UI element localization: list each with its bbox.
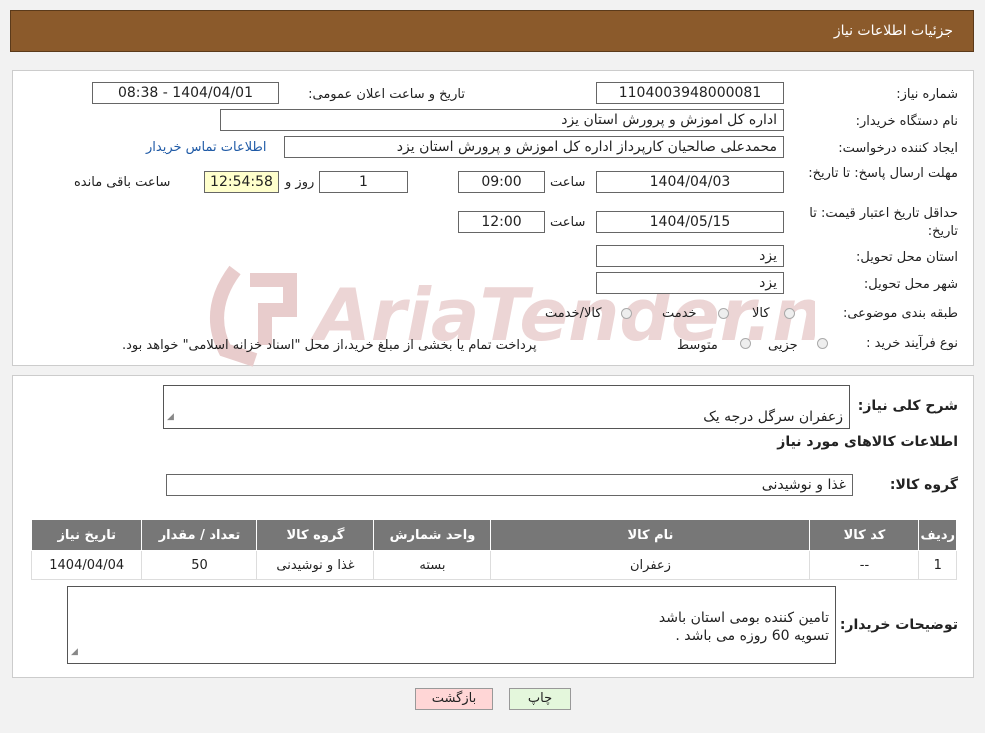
table-row: 1 -- زعفران بسته غذا و نوشیدنی 50 1404/0… xyxy=(30,550,957,580)
category-both-radio[interactable] xyxy=(621,308,632,319)
cell-name: زعفران xyxy=(490,550,811,580)
goods-group-label: گروه کالا: xyxy=(889,477,958,493)
announce-date-label: تاریخ و ساعت اعلان عمومی: xyxy=(308,87,465,102)
col-group: گروه کالا xyxy=(256,519,375,551)
requester-field: محمدعلی صالحیان کارپرداز اداره کل اموزش … xyxy=(284,136,784,158)
category-goods-radio[interactable] xyxy=(784,308,795,319)
cell-qty: 50 xyxy=(141,550,258,580)
goods-group-field: غذا و نوشیدنی xyxy=(166,474,853,496)
price-valid-time-field: 12:00 xyxy=(458,211,545,233)
remaining-label: ساعت باقی مانده xyxy=(74,175,171,190)
print-button[interactable]: چاپ xyxy=(509,688,571,710)
province-field: یزد xyxy=(596,245,784,267)
remaining-time-field: 12:54:58 xyxy=(204,171,279,193)
cell-group: غذا و نوشیدنی xyxy=(256,550,375,580)
cell-row: 1 xyxy=(918,550,957,580)
need-number-label: شماره نیاز: xyxy=(896,87,958,102)
category-goods-label: کالا xyxy=(752,306,770,321)
cell-code: -- xyxy=(809,550,920,580)
buyer-contact-link[interactable]: اطلاعات تماس خریدار xyxy=(146,140,266,155)
requester-label: ایجاد کننده درخواست: xyxy=(838,141,958,156)
category-label: طبقه بندی موضوعی: xyxy=(842,306,958,321)
back-button[interactable]: بازگشت xyxy=(415,688,493,710)
resize-grip-icon[interactable]: ◢ xyxy=(167,408,174,426)
cell-unit: بسته xyxy=(373,550,492,580)
city-label: شهر محل تحویل: xyxy=(863,277,958,292)
buyer-notes-field: تامین کننده بومی استان باشد تسویه 60 روز… xyxy=(67,586,836,664)
price-valid-date-field: 1404/05/15 xyxy=(596,211,784,233)
city-field: یزد xyxy=(596,272,784,294)
col-row: ردیف xyxy=(918,519,957,551)
process-small-radio[interactable] xyxy=(817,338,828,349)
process-medium-radio[interactable] xyxy=(740,338,751,349)
summary-label: شرح کلی نیاز: xyxy=(857,398,958,414)
col-unit: واحد شمارش xyxy=(373,519,492,551)
process-label: نوع فرآیند خرید : xyxy=(866,336,958,351)
price-valid-label: حداقل تاریخ اعتبار قیمت: تا تاریخ: xyxy=(809,206,958,239)
page-header: جزئیات اطلاعات نیاز xyxy=(10,10,974,52)
buyer-org-field: اداره کل اموزش و پرورش استان یزد xyxy=(220,109,784,131)
col-qty: تعداد / مقدار xyxy=(141,519,258,551)
buyer-notes-text: تامین کننده بومی استان باشد تسویه 60 روز… xyxy=(658,610,829,644)
process-note: پرداخت تمام یا بخشی از مبلغ خرید،از محل … xyxy=(122,338,537,353)
deadline-label: مهلت ارسال پاسخ: تا تاریخ: xyxy=(808,166,958,181)
goods-info-title: اطلاعات کالاهای مورد نیاز xyxy=(777,434,958,450)
province-label: استان محل تحویل: xyxy=(856,250,958,265)
buyer-notes-label: توضیحات خریدار: xyxy=(839,617,958,633)
col-code: کد کالا xyxy=(809,519,920,551)
page-title: جزئیات اطلاعات نیاز xyxy=(833,23,953,39)
goods-table: ردیف کد کالا نام کالا واحد شمارش گروه کا… xyxy=(30,519,957,580)
price-valid-time-label: ساعت xyxy=(550,215,586,230)
process-medium-label: متوسط xyxy=(677,338,718,353)
days-count-field: 1 xyxy=(319,171,408,193)
deadline-time-field: 09:00 xyxy=(458,171,545,193)
col-name: نام کالا xyxy=(490,519,811,551)
category-service-label: خدمت xyxy=(662,306,697,321)
category-both-label: کالا/خدمت xyxy=(545,306,602,321)
process-small-label: جزیی xyxy=(768,338,798,353)
deadline-date-field: 1404/04/03 xyxy=(596,171,784,193)
category-service-radio[interactable] xyxy=(718,308,729,319)
days-label: روز و xyxy=(285,175,315,190)
announce-date-field: 1404/04/01 - 08:38 xyxy=(92,82,279,104)
buyer-org-label: نام دستگاه خریدار: xyxy=(855,114,958,129)
summary-text: زعفران سرگل درجه یک xyxy=(703,409,843,425)
need-number-field: 1104003948000081 xyxy=(596,82,784,104)
col-date: تاریخ نیاز xyxy=(30,519,143,551)
cell-date: 1404/04/04 xyxy=(30,550,143,580)
summary-field: زعفران سرگل درجه یک ◢ xyxy=(163,385,850,429)
goods-table-header: ردیف کد کالا نام کالا واحد شمارش گروه کا… xyxy=(30,519,957,551)
resize-grip-icon[interactable]: ◢ xyxy=(71,643,78,661)
deadline-time-label: ساعت xyxy=(550,175,586,190)
